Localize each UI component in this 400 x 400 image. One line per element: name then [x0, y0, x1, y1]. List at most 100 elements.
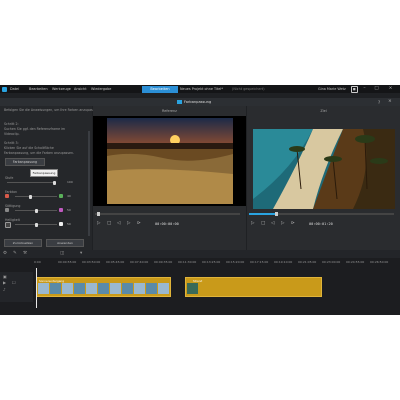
playhead[interactable]	[36, 268, 37, 308]
prev-frame-icon[interactable]: ◁	[117, 221, 120, 227]
edit-icon[interactable]: ✎	[13, 251, 17, 256]
timeline-toolbar: ⚙ ✎ ⚒ ◫ ▾	[0, 250, 400, 258]
save-status: (Nicht gespeichert)	[232, 86, 265, 91]
notification-icon[interactable]: ■	[351, 86, 358, 93]
hue-value: 40	[67, 194, 71, 198]
target-timecode: 00:00:01:20	[309, 222, 333, 226]
ruler-tick: 00:13:25:00	[202, 260, 221, 264]
clip-thumbnail	[134, 283, 145, 294]
menu-edit[interactable]: Bearbeiten	[29, 87, 48, 91]
track-header: ▣ ▶ ♪ ☐	[0, 272, 33, 302]
color-match-icon	[177, 99, 182, 104]
ruler-tick: 00:05:45:00	[106, 260, 125, 264]
step2-text-cont: Videoclip.	[4, 132, 20, 136]
step2-title: Schritt 2:	[4, 122, 19, 126]
clip-thumbnail	[50, 283, 61, 294]
ruler-tick: 00:23:00:00	[322, 260, 341, 264]
tools-icon[interactable]: ⚒	[23, 251, 27, 256]
step3-text: Klicken Sie auf die Schaltfläche	[4, 146, 54, 150]
next-frame-icon[interactable]: ▷	[127, 221, 130, 227]
step2-text: Suchen Sie ggf. den Referenzframe im	[4, 127, 66, 131]
slider-knob[interactable]	[35, 222, 38, 227]
brightness-slider[interactable]: Helligkeit 50	[5, 218, 85, 228]
target-pane: Ziel ▷ □ ◁ ▷ ⊳ 00:00:01:20	[247, 106, 400, 250]
close-window-icon[interactable]: ×	[388, 86, 393, 91]
level-slider[interactable]: Stufe 100	[5, 176, 85, 186]
reference-scrub-track[interactable]	[95, 213, 240, 215]
visibility-icon[interactable]: ☐	[12, 280, 16, 285]
saturation-high-icon	[59, 208, 63, 212]
help-icon[interactable]: ?	[378, 100, 380, 105]
slider-track[interactable]	[7, 182, 55, 183]
marker-icon[interactable]: ▾	[80, 251, 82, 256]
step3-title: Schritt 3:	[4, 141, 19, 145]
jump-icon[interactable]: ⊳	[291, 221, 295, 227]
level-value: 100	[67, 180, 73, 184]
project-title: Neues Projekt ohne Titel*	[180, 86, 223, 91]
next-frame-icon[interactable]: ▷	[281, 221, 284, 227]
settings-icon[interactable]: ⚙	[3, 251, 7, 256]
split-icon[interactable]: ◫	[60, 251, 64, 256]
clip-thumbnail	[38, 283, 49, 294]
stop-icon[interactable]: □	[261, 221, 265, 227]
slider-knob[interactable]	[29, 194, 32, 199]
menu-file[interactable]: Datei	[10, 87, 19, 91]
maximize-icon[interactable]: □	[374, 86, 379, 91]
clip-thumbnail	[122, 283, 133, 294]
video-track-icon[interactable]: ▶	[3, 280, 6, 285]
lock-icon[interactable]: ▣	[3, 274, 7, 279]
slider-knob[interactable]	[53, 180, 56, 185]
dialog-titlebar: Farbanpassung ? ×	[0, 98, 400, 106]
play-icon[interactable]: ▷	[97, 221, 100, 227]
clip-name: Sonnenuntergang	[39, 278, 65, 283]
reference-controls: ▷ □ ◁ ▷ ⊳ 00:00:00:00	[93, 221, 246, 229]
ruler-tick: 00:19:10:00	[274, 260, 293, 264]
ruler-tick: 00:24:55:00	[346, 260, 365, 264]
jump-icon[interactable]: ⊳	[137, 221, 141, 227]
stop-icon[interactable]: □	[107, 221, 111, 227]
hue-slider[interactable]: Farbton 40	[5, 190, 85, 200]
apply-button[interactable]: Anwenden	[46, 239, 84, 247]
audio-track-icon[interactable]: ♪	[3, 287, 6, 292]
minimize-icon[interactable]: –	[362, 86, 367, 91]
panel-scrollbar[interactable]	[88, 131, 90, 236]
editor-window: Datei Bearbeiten Werkzeuge Ansicht Wiede…	[0, 85, 400, 315]
hue-low-icon	[5, 194, 9, 198]
slider-track[interactable]	[15, 196, 57, 197]
timeline-clip-sunset[interactable]: Sonnenuntergang	[36, 277, 171, 297]
ruler-tick: 00:17:15:00	[250, 260, 269, 264]
tab-edit[interactable]: Bearbeiten	[142, 85, 178, 93]
menu-playback[interactable]: Wiedergabe	[91, 87, 111, 91]
play-icon[interactable]: ▷	[251, 221, 254, 227]
clip-thumbnail	[74, 283, 85, 294]
ruler-tick: 00:21:05:00	[298, 260, 317, 264]
brightness-low-icon	[5, 222, 11, 228]
clip-thumbnail	[187, 283, 198, 294]
slider-knob[interactable]	[35, 208, 38, 213]
target-preview	[253, 129, 395, 209]
close-dialog-icon[interactable]: ×	[388, 99, 392, 104]
menu-view[interactable]: Ansicht	[74, 87, 87, 91]
color-match-button[interactable]: Farbanpassung	[5, 158, 45, 166]
saturation-low-icon	[5, 208, 9, 212]
step3-text-cont: Farbanpassung, um die Farben anzupassen.	[4, 151, 74, 155]
reset-button[interactable]: Zurücksetzen	[4, 239, 42, 247]
intro-text: Befolgen Sie die Anweisungen, um Ihre Fa…	[4, 108, 100, 112]
reference-scrub-thumb[interactable]	[97, 211, 100, 216]
timeline-clip-beach[interactable]: Strand	[185, 277, 322, 297]
clip-thumbnail	[110, 283, 121, 294]
reference-pane: Referenz ▷ □ ◁ ▷ ⊳ 00:00:00:00	[93, 106, 246, 250]
target-scrub-thumb[interactable]	[275, 211, 278, 216]
prev-frame-icon[interactable]: ◁	[271, 221, 274, 227]
time-ruler[interactable]: 0:00 00:00:55:00 00:03:50:00 00:05:45:00 00:…	[34, 260, 400, 268]
ruler-tick: 00:11:30:00	[178, 260, 197, 264]
clip-thumbnail	[98, 283, 109, 294]
hue-high-icon	[59, 194, 63, 198]
clip-thumbnail	[158, 283, 169, 294]
user-name[interactable]: Gina Marie Wetz	[318, 87, 346, 91]
settings-panel: Befolgen Sie die Anweisungen, um Ihre Fa…	[0, 106, 99, 250]
saturation-slider[interactable]: Sättigung 50	[5, 204, 85, 214]
menu-tools[interactable]: Werkzeuge	[52, 87, 71, 91]
target-header: Ziel	[320, 109, 327, 113]
ruler-tick: 00:09:35:00	[154, 260, 173, 264]
